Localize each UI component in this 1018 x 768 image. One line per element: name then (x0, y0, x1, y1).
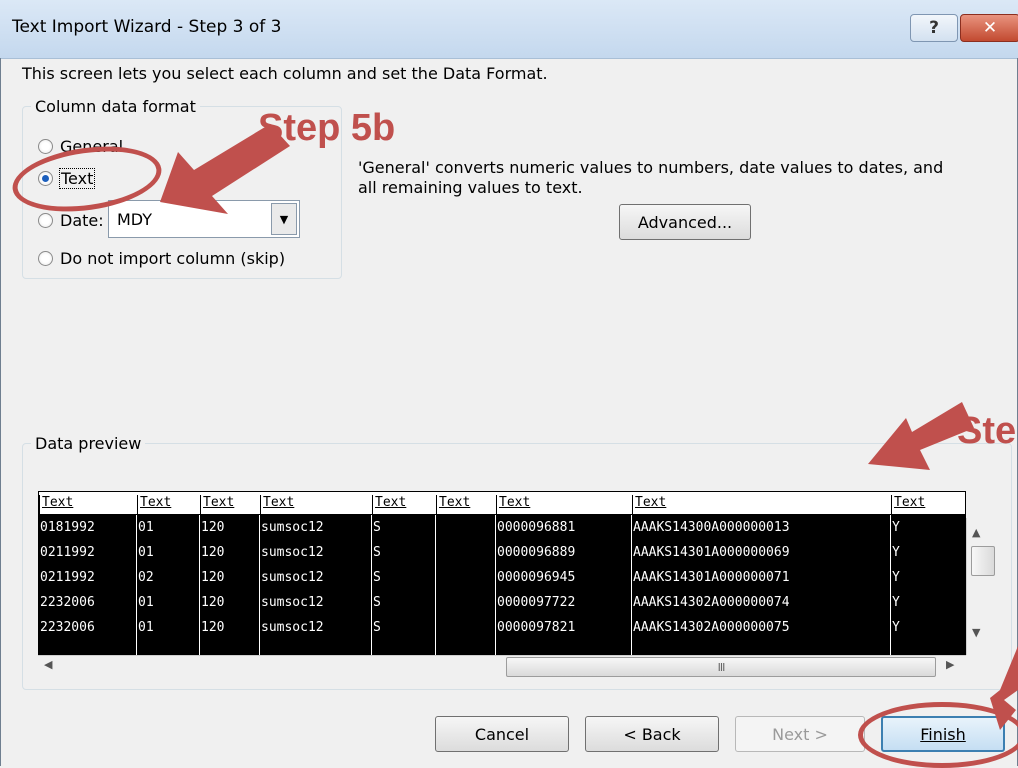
table-row: 2232006 01 120 sumsoc12 S 0000097821 AAAKS1430… (38, 618, 966, 639)
column-separator (199, 515, 200, 655)
scroll-down-icon[interactable]: ▼ (972, 626, 980, 639)
table-cell: Y (892, 620, 900, 635)
table-row: 0211992 01 120 sumsoc12 S 0000096889 AAAKS1430… (38, 543, 966, 564)
general-radio[interactable] (38, 139, 53, 154)
table-cell: Y (892, 570, 900, 585)
skip-label: Do not import column (skip) (60, 249, 286, 268)
table-row: 0211992 02 120 sumsoc12 S 0000096945 AAAKS1430… (38, 568, 966, 589)
table-cell: S (373, 570, 381, 585)
column-header[interactable]: Text (137, 495, 171, 515)
table-cell: 02 (138, 570, 154, 585)
table-cell: 0000097821 (497, 620, 576, 635)
date-format-select[interactable]: MDY ▼ (108, 200, 300, 238)
table-cell: AAAKS14302A000000075 (633, 620, 790, 635)
table-cell: sumsoc12 (261, 520, 324, 535)
table-cell: 0211992 (40, 545, 95, 560)
table-cell: 120 (201, 595, 225, 610)
step-right-annotation: Ste (957, 410, 1017, 452)
table-cell: 01 (138, 520, 154, 535)
table-cell: 120 (201, 545, 225, 560)
back-button-label: < Back (623, 724, 681, 744)
table-cell: 01 (138, 595, 154, 610)
next-button[interactable]: Next > (735, 716, 865, 752)
table-cell: 0000097722 (497, 595, 576, 610)
table-cell: 01 (138, 545, 154, 560)
date-radio[interactable] (38, 213, 53, 228)
column-header[interactable]: Text (260, 495, 294, 515)
table-cell: Y (892, 545, 900, 560)
table-cell: S (373, 545, 381, 560)
back-button[interactable]: < Back (585, 716, 719, 752)
vertical-scrollbar[interactable] (966, 518, 997, 655)
column-header[interactable]: Text (632, 495, 666, 515)
table-cell: AAAKS14302A000000074 (633, 595, 790, 610)
table-cell: AAAKS14301A000000069 (633, 545, 790, 560)
table-cell: 0000096945 (497, 570, 576, 585)
table-cell: 120 (201, 520, 225, 535)
table-cell: 0211992 (40, 570, 95, 585)
date-label: Date: (60, 211, 104, 230)
window-title: Text Import Wizard - Step 3 of 3 (12, 17, 282, 37)
cancel-button[interactable]: Cancel (435, 716, 569, 752)
scroll-left-icon[interactable]: ◀ (44, 658, 52, 671)
date-option[interactable]: Date: (38, 211, 104, 230)
column-data-format-legend: Column data format (35, 97, 196, 116)
column-separator (371, 515, 372, 655)
table-cell: sumsoc12 (261, 595, 324, 610)
table-cell: sumsoc12 (261, 545, 324, 560)
table-row: 2232006 01 120 sumsoc12 S 0000097722 AAAKS1430… (38, 593, 966, 614)
vertical-scroll-thumb[interactable] (971, 546, 995, 576)
column-separator (435, 515, 436, 655)
column-header[interactable]: Text (436, 495, 470, 515)
skip-radio[interactable] (38, 251, 53, 266)
format-description-line2: all remaining values to text. (358, 178, 583, 197)
grid-header: Text Text Text Text Text Text Text Text Text (38, 491, 966, 515)
skip-option[interactable]: Do not import column (skip) (38, 249, 285, 268)
table-cell: Y (892, 520, 900, 535)
step-5b-annotation: Step 5b (258, 107, 396, 149)
column-header[interactable]: Text (496, 495, 530, 515)
column-separator (890, 515, 891, 655)
column-header[interactable]: Text (372, 495, 406, 515)
table-cell: sumsoc12 (261, 570, 324, 585)
horizontal-scroll-thumb[interactable]: III (506, 657, 936, 677)
table-cell: S (373, 620, 381, 635)
date-format-value: MDY (117, 209, 153, 229)
table-cell: 2232006 (40, 620, 95, 635)
scroll-right-icon[interactable]: ▶ (946, 658, 954, 671)
column-separator (136, 515, 137, 655)
table-cell: S (373, 595, 381, 610)
table-cell: S (373, 520, 381, 535)
table-cell: AAAKS14301A000000071 (633, 570, 790, 585)
scroll-up-icon[interactable]: ▲ (972, 526, 980, 539)
table-cell: 120 (201, 570, 225, 585)
close-button[interactable]: ✕ (960, 14, 1018, 42)
table-cell: 0000096889 (497, 545, 576, 560)
table-row: 0181992 01 120 sumsoc12 S 0000096881 AAAKS1430… (38, 518, 966, 539)
finish-highlight-ring (858, 702, 1018, 768)
column-separator (259, 515, 260, 655)
table-cell: 2232006 (40, 595, 95, 610)
table-cell: AAAKS14300A000000013 (633, 520, 790, 535)
data-preview-grid[interactable]: Text Text Text Text Text Text Text Text Text 018… (38, 491, 966, 655)
data-preview-legend: Data preview (35, 434, 142, 453)
advanced-button[interactable]: Advanced... (619, 204, 751, 240)
column-header[interactable]: Text (891, 495, 925, 515)
column-separator (495, 515, 496, 655)
column-header[interactable]: Text (200, 495, 234, 515)
table-cell: 0000096881 (497, 520, 576, 535)
column-separator (631, 515, 632, 655)
column-header[interactable]: Text (39, 495, 73, 515)
help-button[interactable]: ? (910, 14, 958, 42)
chevron-down-icon[interactable]: ▼ (271, 203, 297, 235)
format-description-line1: 'General' converts numeric values to num… (358, 158, 944, 177)
table-cell: 120 (201, 620, 225, 635)
table-cell: 0181992 (40, 520, 95, 535)
table-cell: 01 (138, 620, 154, 635)
intro-text: This screen lets you select each column … (22, 64, 548, 83)
table-cell: Y (892, 595, 900, 610)
table-cell: sumsoc12 (261, 620, 324, 635)
